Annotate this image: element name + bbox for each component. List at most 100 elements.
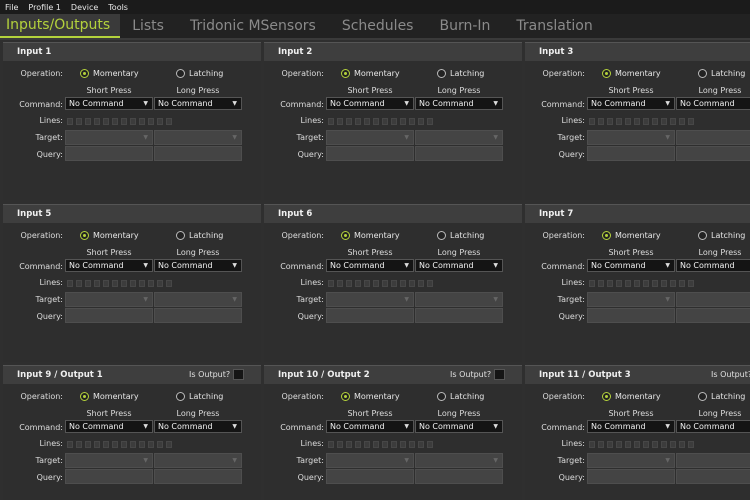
operation-label: Operation: [20, 392, 63, 401]
dropdown-arrow-icon: ▼ [143, 262, 148, 269]
dropdown-arrow-icon: ▼ [493, 457, 498, 464]
tab-bar: Inputs/Outputs Lists Tridonic MSensors S… [0, 14, 750, 40]
momentary-radio[interactable] [80, 231, 89, 240]
latching-radio[interactable] [176, 392, 185, 401]
momentary-radio[interactable] [602, 69, 611, 78]
long-press-command-select[interactable]: No Command▼ [676, 420, 750, 433]
momentary-radio[interactable] [602, 392, 611, 401]
long-press-command-select[interactable]: No Command▼ [415, 259, 503, 272]
latching-radio[interactable] [698, 69, 707, 78]
long-press-target-select: ▼ [415, 453, 503, 468]
latching-radio[interactable] [437, 392, 446, 401]
long-press-target-select: ▼ [154, 453, 242, 468]
panel-header: Input 10 / Output 2 Is Output? [264, 365, 522, 384]
short-press-command-select[interactable]: No Command ▼ [65, 97, 153, 110]
long-press-command-select[interactable]: No Command▼ [415, 97, 503, 110]
long-press-header: Long Press [176, 248, 220, 257]
is-output-checkbox[interactable] [494, 369, 505, 380]
short-press-command-select[interactable]: No Command ▼ [326, 259, 414, 272]
menu-device[interactable]: Device [66, 3, 103, 12]
tab-burn-in[interactable]: Burn-In [427, 14, 504, 38]
short-press-query-field [326, 146, 414, 161]
dropdown-arrow-icon: ▼ [404, 100, 409, 107]
short-press-target-select: ▼ [65, 292, 153, 307]
tab-lists[interactable]: Lists [120, 14, 178, 38]
dropdown-arrow-icon: ▼ [404, 134, 409, 141]
command-label: Command: [541, 100, 585, 109]
menu-file[interactable]: File [0, 3, 23, 12]
long-press-query-field [154, 469, 242, 484]
command-label: Command: [19, 100, 63, 109]
io-panel: Input 6 Operation: Momentary Latching Short … [264, 204, 522, 362]
short-press-header: Short Press [347, 409, 393, 418]
menu-profile[interactable]: Profile 1 [23, 3, 66, 12]
long-press-command-select[interactable]: No Command▼ [154, 259, 242, 272]
long-press-command-select[interactable]: No Command▼ [676, 97, 750, 110]
short-press-command-select[interactable]: No Command ▼ [326, 97, 414, 110]
dropdown-arrow-icon: ▼ [404, 296, 409, 303]
panel-title: Input 9 / Output 1 [17, 370, 103, 380]
latching-label: Latching [711, 231, 746, 240]
dropdown-arrow-icon: ▼ [404, 457, 409, 464]
long-press-header: Long Press [437, 248, 481, 257]
short-press-header: Short Press [347, 86, 393, 95]
short-press-header: Short Press [608, 248, 654, 257]
long-press-command-value: No Command [158, 261, 213, 270]
long-press-command-select[interactable]: No Command▼ [154, 420, 242, 433]
lines-label: Lines: [561, 439, 585, 448]
long-press-header: Long Press [698, 248, 742, 257]
latching-radio[interactable] [437, 231, 446, 240]
short-press-command-select[interactable]: No Command ▼ [587, 259, 675, 272]
lines-label: Lines: [39, 116, 63, 125]
io-panel: Input 7 Operation: Momentary Latching Short … [525, 204, 750, 362]
latching-radio[interactable] [698, 392, 707, 401]
dropdown-arrow-icon: ▼ [143, 457, 148, 464]
short-press-command-value: No Command [330, 422, 385, 431]
short-press-command-select[interactable]: No Command ▼ [326, 420, 414, 433]
latching-radio[interactable] [698, 231, 707, 240]
dropdown-arrow-icon: ▼ [143, 296, 148, 303]
short-press-command-select[interactable]: No Command ▼ [587, 420, 675, 433]
latching-label: Latching [189, 69, 224, 78]
tab-translation[interactable]: Translation [504, 14, 606, 38]
is-output-label: Is Output? [189, 370, 231, 379]
short-press-header: Short Press [86, 409, 132, 418]
momentary-radio[interactable] [341, 69, 350, 78]
dropdown-arrow-icon: ▼ [665, 296, 670, 303]
short-press-query-field [587, 469, 675, 484]
momentary-radio[interactable] [341, 231, 350, 240]
is-output-checkbox[interactable] [233, 369, 244, 380]
menu-tools[interactable]: Tools [103, 3, 133, 12]
lines-selector [67, 116, 172, 126]
long-press-command-select[interactable]: No Command▼ [154, 97, 242, 110]
io-panel: Input 11 / Output 3 Is Output? Operation: M… [525, 365, 750, 500]
momentary-radio[interactable] [602, 231, 611, 240]
dropdown-arrow-icon: ▼ [493, 423, 498, 430]
dropdown-arrow-icon: ▼ [232, 100, 237, 107]
short-press-query-field [326, 469, 414, 484]
short-press-query-field [326, 308, 414, 323]
long-press-command-select[interactable]: No Command▼ [676, 259, 750, 272]
long-press-query-field [154, 146, 242, 161]
dropdown-arrow-icon: ▼ [665, 100, 670, 107]
command-label: Command: [280, 100, 324, 109]
short-press-command-select[interactable]: No Command ▼ [587, 97, 675, 110]
short-press-command-value: No Command [330, 261, 385, 270]
latching-label: Latching [189, 231, 224, 240]
long-press-command-select[interactable]: No Command▼ [415, 420, 503, 433]
momentary-radio[interactable] [341, 392, 350, 401]
latching-radio[interactable] [176, 69, 185, 78]
dropdown-arrow-icon: ▼ [143, 134, 148, 141]
latching-radio[interactable] [437, 69, 446, 78]
tab-schedules[interactable]: Schedules [330, 14, 428, 38]
lines-label: Lines: [561, 278, 585, 287]
short-press-command-select[interactable]: No Command ▼ [65, 259, 153, 272]
short-press-command-select[interactable]: No Command ▼ [65, 420, 153, 433]
momentary-radio[interactable] [80, 392, 89, 401]
target-label: Target: [35, 133, 63, 142]
tab-tridonic-msensors[interactable]: Tridonic MSensors [178, 14, 330, 38]
latching-radio[interactable] [176, 231, 185, 240]
long-press-command-value: No Command [680, 261, 735, 270]
momentary-radio[interactable] [80, 69, 89, 78]
tab-inputs-outputs[interactable]: Inputs/Outputs [0, 14, 121, 38]
